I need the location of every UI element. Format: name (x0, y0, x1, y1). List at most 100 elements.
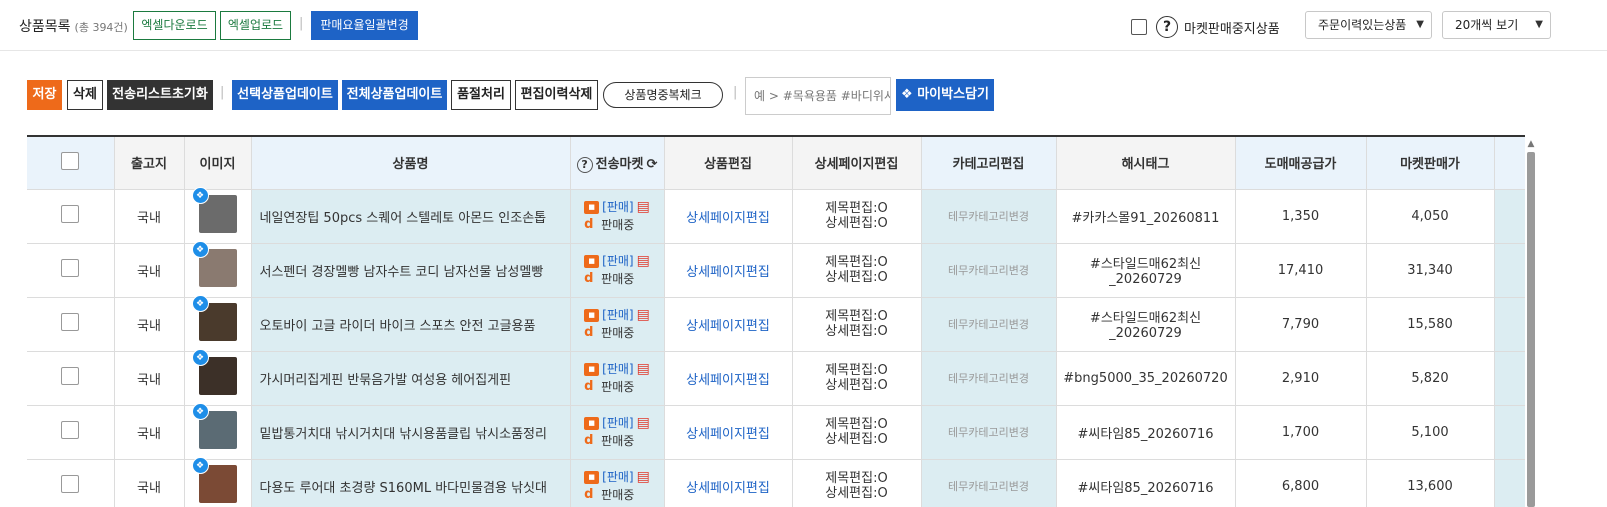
table-row[interactable]: 국내 ❖ 밑밥통거치대 낚시거치대 낚시용품클립 낚시소품정리 ■ [판매] ▤ d… (27, 403, 1525, 460)
table-row[interactable]: 국내 ❖ 다용도 루어대 초경량 S160ML 바다민물겸용 낚싯대 ■ [판매]… (27, 457, 1525, 507)
row-checkbox[interactable] (61, 421, 80, 439)
market-stopped-checkbox[interactable] (1131, 19, 1147, 35)
category-edit-cell: 테무카테고리변경 (921, 405, 1057, 460)
overflow-cell (1494, 189, 1525, 244)
delete-button[interactable]: 삭제 (67, 80, 103, 110)
product-thumbnail[interactable]: ❖ (191, 457, 237, 503)
product-thumbnail[interactable]: ❖ (191, 187, 237, 233)
market-sale-link[interactable]: [판매] (602, 362, 633, 376)
product-thumbnail[interactable]: ❖ (191, 349, 237, 395)
market-sale-link[interactable]: [판매] (602, 470, 633, 484)
product-name[interactable]: 서스펜더 경장멜빵 남자수트 코디 남자선물 남성멜빵 (251, 243, 571, 298)
table-row[interactable]: 국내 ❖ 서스펜더 경장멜빵 남자수트 코디 남자선물 남성멜빵 ■ [판매] ▤ … (27, 241, 1525, 298)
market-price-cell[interactable]: 4,050 (1366, 189, 1495, 244)
update-all-button[interactable]: 전체상품업데이트 (342, 80, 447, 110)
product-name[interactable]: 다용도 루어대 초경량 S160ML 바다민물겸용 낚싯대 (251, 459, 571, 507)
document-icon[interactable]: ▤ (637, 415, 650, 431)
category-edit-link[interactable]: 테무카테고리변경 (948, 426, 1029, 439)
row-checkbox[interactable] (61, 259, 80, 277)
row-checkbox[interactable] (61, 313, 80, 331)
product-edit-cell: 상세페이지편집 (664, 459, 793, 507)
category-edit-link[interactable]: 테무카테고리변경 (948, 210, 1029, 223)
market-price-cell[interactable]: 5,820 (1366, 351, 1495, 406)
scrollbar-thumb[interactable] (1527, 152, 1535, 507)
supply-price-cell: 7,790 (1235, 297, 1367, 352)
table-row[interactable]: 국내 ❖ 가시머리집게핀 반묶음가발 여성용 헤어집게핀 ■ [판매] ▤ d 판매중… (27, 349, 1525, 406)
edit-status-cell: 제목편집:O 상세편집:O (792, 351, 922, 406)
market-status: 판매중 (601, 271, 635, 286)
origin-cell: 국내 (114, 189, 185, 244)
product-thumbnail[interactable]: ❖ (191, 241, 237, 287)
hashtag-input[interactable]: 예 > #목욕용품 #바디위시 (745, 77, 891, 115)
mybox-button[interactable]: ❖ 마이박스담기 (896, 79, 994, 111)
order-filter-value: 주문이력있는상품 (1318, 18, 1407, 32)
detail-page-edit-link[interactable]: 상세페이지편집 (686, 373, 770, 388)
product-name[interactable]: 오토바이 고글 라이더 바이크 스포츠 안전 고글용품 (251, 297, 571, 352)
market-price-cell[interactable]: 15,580 (1366, 297, 1495, 352)
market-status: 판매중 (601, 325, 635, 340)
document-icon[interactable]: ▤ (637, 253, 650, 269)
row-checkbox[interactable] (61, 367, 80, 385)
col-market-price: 마켓판매가 (1366, 137, 1495, 190)
category-edit-cell: 테무카테고리변경 (921, 243, 1057, 298)
product-thumbnail[interactable]: ❖ (191, 295, 237, 341)
market-sale-link[interactable]: [판매] (602, 200, 633, 214)
market-sale-link[interactable]: [판매] (602, 416, 633, 430)
product-edit-cell: 상세페이지편집 (664, 351, 793, 406)
document-icon[interactable]: ▤ (637, 307, 650, 323)
product-count: (총 394건) (74, 21, 128, 34)
market-d-logo-icon: d (584, 271, 594, 287)
col-market-label: 전송마켓 (595, 156, 644, 172)
market-sale-link[interactable]: [판매] (602, 308, 633, 322)
delete-history-button[interactable]: 편집이력삭제 (515, 80, 598, 110)
duplicate-name-check-button[interactable]: 상품명중복체크 (603, 82, 723, 108)
category-edit-link[interactable]: 테무카테고리변경 (948, 480, 1029, 493)
supply-price-cell: 6,800 (1235, 459, 1367, 507)
market-price-cell[interactable]: 5,100 (1366, 405, 1495, 460)
market-sale-link[interactable]: [판매] (602, 254, 633, 268)
help-icon[interactable]: ? (576, 156, 593, 173)
excel-download-button[interactable]: 엑셀다운로드 (133, 11, 216, 40)
bulk-margin-button[interactable]: 판매요율일괄변경 (311, 11, 418, 40)
table-row[interactable]: 국내 ❖ 네일연장팁 50pcs 스퀘어 스텔레토 아몬드 인조손톱 ■ [판매]… (27, 187, 1525, 244)
category-edit-link[interactable]: 테무카테고리변경 (948, 372, 1029, 385)
col-overflow (1494, 137, 1525, 190)
col-market: ? 전송마켓 ⟳ (570, 137, 665, 190)
product-thumbnail[interactable]: ❖ (191, 403, 237, 449)
select-all-checkbox[interactable] (61, 151, 80, 170)
detail-page-edit-link[interactable]: 상세페이지편집 (686, 481, 770, 496)
excel-upload-button[interactable]: 엑셀업로드 (220, 11, 291, 40)
row-select-cell (27, 351, 115, 406)
page-size-select[interactable]: 20개씩 보기 ▼ (1442, 11, 1551, 39)
image-cell: ❖ (184, 403, 252, 460)
chevron-down-icon: ▼ (1535, 19, 1543, 30)
document-icon[interactable]: ▤ (637, 361, 650, 377)
row-checkbox[interactable] (61, 475, 80, 493)
scroll-up-icon[interactable]: ▲ (1525, 139, 1537, 149)
order-filter-select[interactable]: 주문이력있는상품 ▼ (1305, 11, 1432, 39)
product-name[interactable]: 네일연장팁 50pcs 스퀘어 스텔레토 아몬드 인조손톱 (251, 189, 571, 244)
detail-page-edit-link[interactable]: 상세페이지편집 (686, 211, 770, 226)
market-price-cell[interactable]: 13,600 (1366, 459, 1495, 507)
market-price-cell[interactable]: 31,340 (1366, 243, 1495, 298)
product-name[interactable]: 밑밥통거치대 낚시거치대 낚시용품클립 낚시소품정리 (251, 405, 571, 460)
separator: | (733, 85, 738, 100)
col-category-edit: 카테고리편집 (921, 137, 1057, 190)
document-icon[interactable]: ▤ (637, 199, 650, 215)
table-row[interactable]: 국내 ❖ 오토바이 고글 라이더 바이크 스포츠 안전 고글용품 ■ [판매] ▤ … (27, 295, 1525, 352)
detail-page-edit-link[interactable]: 상세페이지편집 (686, 427, 770, 442)
reset-send-list-button[interactable]: 전송리스트초기화 (107, 80, 213, 110)
help-icon[interactable]: ? (1156, 16, 1178, 38)
detail-page-edit-link[interactable]: 상세페이지편집 (686, 319, 770, 334)
category-edit-link[interactable]: 테무카테고리변경 (948, 318, 1029, 331)
hashtag-cell: #씨타임85_20260716 (1056, 459, 1236, 507)
refresh-icon[interactable]: ⟳ (646, 157, 657, 172)
save-button[interactable]: 저장 (27, 80, 62, 110)
category-edit-link[interactable]: 테무카테고리변경 (948, 264, 1029, 277)
detail-page-edit-link[interactable]: 상세페이지편집 (686, 265, 770, 280)
product-name[interactable]: 가시머리집게핀 반묶음가발 여성용 헤어집게핀 (251, 351, 571, 406)
document-icon[interactable]: ▤ (637, 469, 650, 485)
row-checkbox[interactable] (61, 205, 80, 223)
soldout-button[interactable]: 품절처리 (451, 80, 511, 110)
update-selected-button[interactable]: 선택상품업데이트 (232, 80, 338, 110)
